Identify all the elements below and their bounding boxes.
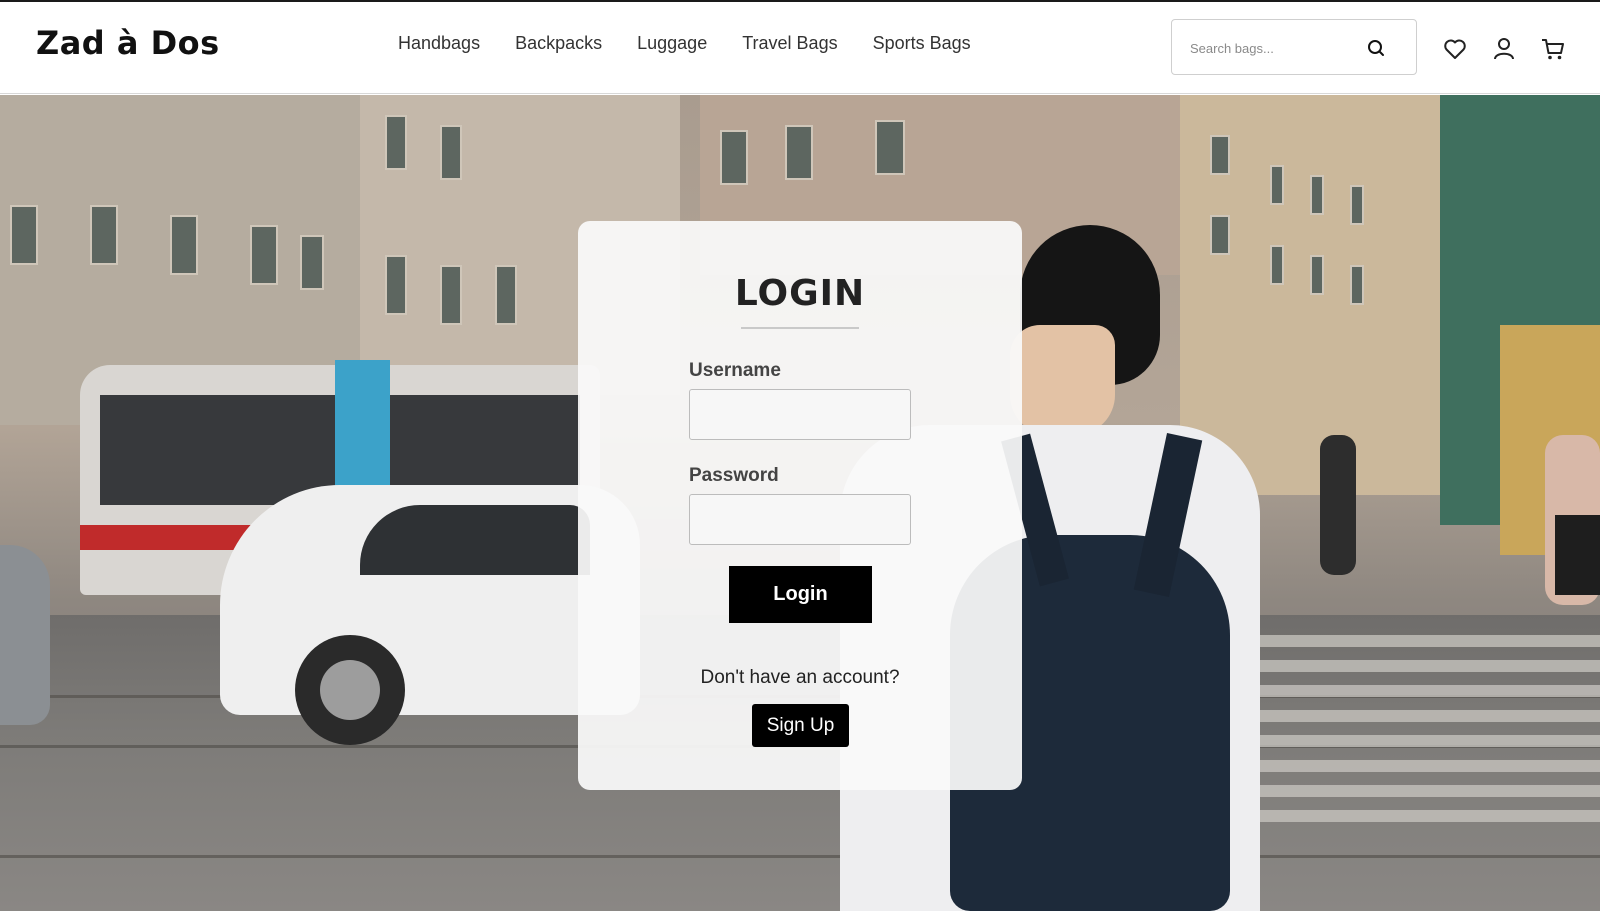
brand-logo[interactable]: Zad à Dos [36, 24, 220, 62]
username-field[interactable] [689, 389, 911, 440]
heart-icon[interactable] [1442, 36, 1468, 62]
signup-prompt: Don't have an account? [700, 667, 900, 688]
search-box [1171, 19, 1417, 75]
title-divider [741, 327, 859, 329]
cart-icon[interactable] [1540, 36, 1566, 62]
nav-item-handbags[interactable]: Handbags [398, 33, 480, 54]
signup-button[interactable]: Sign Up [752, 704, 849, 747]
login-button[interactable]: Login [729, 566, 872, 623]
login-card: LOGIN Username Password Login Don't have… [578, 221, 1022, 790]
search-icon[interactable] [1366, 38, 1386, 58]
login-title: LOGIN [734, 273, 866, 314]
password-label: Password [689, 465, 779, 486]
search-input[interactable] [1190, 38, 1360, 58]
nav-item-luggage[interactable]: Luggage [637, 33, 707, 54]
main-nav: Handbags Backpacks Luggage Travel Bags S… [398, 33, 971, 54]
username-label: Username [689, 360, 781, 381]
nav-item-sports-bags[interactable]: Sports Bags [873, 33, 971, 54]
nav-item-backpacks[interactable]: Backpacks [515, 33, 602, 54]
nav-item-travel-bags[interactable]: Travel Bags [742, 33, 837, 54]
user-icon[interactable] [1491, 36, 1517, 62]
site-header: Zad à Dos Handbags Backpacks Luggage Tra… [0, 2, 1600, 94]
password-field[interactable] [689, 494, 911, 545]
